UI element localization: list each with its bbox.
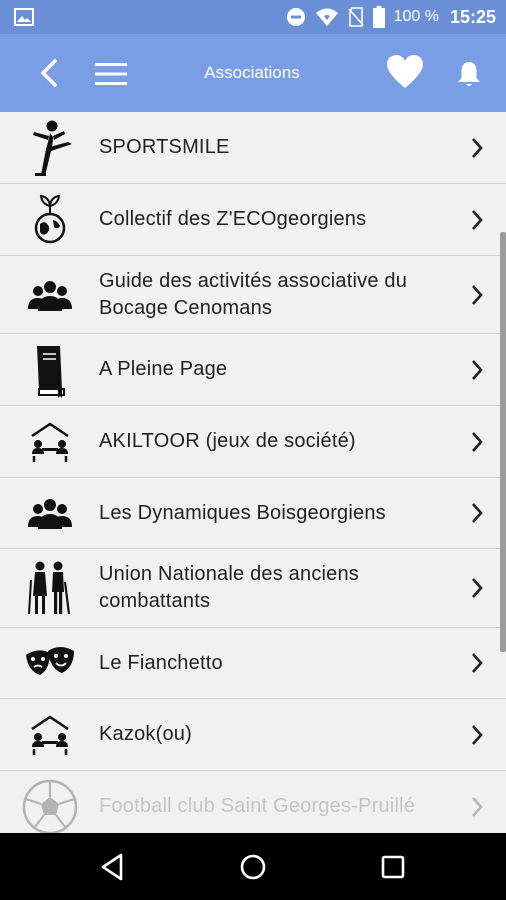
group-people-icon [20, 265, 80, 325]
list-item-label: Guide des activités associative du Bocag… [99, 269, 408, 319]
status-indicators: 100 % 15:25 [286, 0, 496, 34]
associations-list[interactable]: SPORTSMILE Collectif des Z'ECOgeorgiens [0, 112, 506, 833]
chevron-right-icon [472, 724, 483, 745]
favorites-heart-icon[interactable] [386, 54, 424, 90]
nav-home-icon[interactable] [236, 850, 270, 884]
page-title: Associations [204, 63, 300, 82]
kick-athlete-icon [20, 118, 80, 178]
image-notification-icon [14, 8, 34, 26]
list-item-label: SPORTSMILE [99, 136, 230, 158]
list-item[interactable]: AKILTOOR (jeux de société) [0, 406, 506, 478]
list-item-label: Les Dynamiques Boisgeorgiens [99, 501, 386, 524]
wifi-icon [315, 8, 338, 26]
list-scrollbar[interactable] [500, 232, 506, 652]
list-item[interactable]: Le Fianchetto [0, 628, 506, 699]
chevron-right-icon [472, 503, 483, 523]
chevron-right-icon [472, 284, 483, 305]
nav-back-icon[interactable] [97, 850, 131, 884]
eco-globe-icon [20, 190, 80, 250]
chevron-right-icon [472, 137, 483, 158]
chevron-right-icon [472, 209, 483, 230]
list-item-label: A Pleine Page [99, 358, 228, 380]
system-navigation-bar [0, 833, 506, 900]
nav-recents-icon[interactable] [376, 850, 410, 884]
chevron-right-icon [472, 431, 483, 452]
soccer-ball-icon [20, 777, 80, 833]
chevron-right-icon [472, 796, 483, 817]
list-item-label: AKILTOOR (jeux de société) [99, 430, 356, 452]
list-item[interactable]: A Pleine Page [0, 334, 506, 406]
list-item[interactable]: Kazok(ou) [0, 699, 506, 771]
chevron-right-icon [472, 653, 483, 673]
list-item[interactable]: Football club Saint Georges-Pruillé [0, 771, 506, 833]
list-item[interactable]: Union Nationale des anciens combattants [0, 549, 506, 628]
back-arrow-icon[interactable] [34, 56, 64, 90]
list-item[interactable]: SPORTSMILE [0, 112, 506, 184]
board-game-table-icon [20, 705, 80, 765]
list-item[interactable]: Guide des activités associative du Bocag… [0, 256, 506, 334]
battery-percentage: 100 % [393, 8, 439, 25]
book-icon [20, 340, 80, 400]
list-item-label: Union Nationale des anciens combattants [99, 563, 360, 612]
theater-masks-icon [20, 633, 80, 693]
list-item-label: Kazok(ou) [99, 723, 192, 745]
battery-icon [372, 6, 385, 28]
chevron-right-icon [472, 578, 483, 598]
list-item[interactable]: Collectif des Z'ECOgeorgiens [0, 184, 506, 256]
elderly-couple-icon [20, 558, 80, 618]
group-people-icon [20, 483, 80, 543]
chevron-right-icon [472, 359, 483, 380]
clock: 15:25 [449, 6, 496, 27]
list-item[interactable]: Les Dynamiques Boisgeorgiens [0, 478, 506, 549]
list-item-label: Collectif des Z'ECOgeorgiens [99, 208, 367, 230]
hamburger-menu-icon[interactable] [93, 60, 129, 88]
notifications-bell-icon[interactable] [456, 60, 482, 88]
no-sim-icon [347, 7, 364, 27]
board-game-table-icon [20, 412, 80, 472]
app-bar: Associations [0, 34, 506, 112]
status-bar: 100 % 15:25 [0, 0, 506, 34]
list-item-label: Football club Saint Georges-Pruillé [99, 795, 416, 817]
do-not-disturb-icon [286, 8, 305, 26]
list-item-label: Le Fianchetto [99, 651, 223, 674]
